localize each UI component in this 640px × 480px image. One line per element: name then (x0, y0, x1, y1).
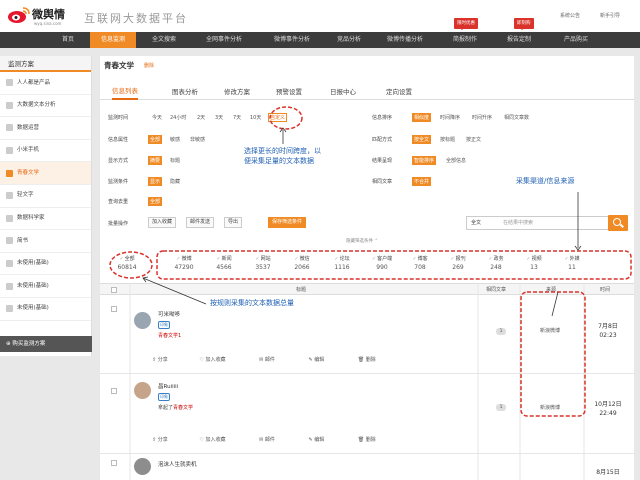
annotation-channels: 采集渠道/信息来源 (516, 177, 575, 185)
annotation-total: 按规则采集的文本数据总量 (210, 299, 294, 307)
annotation-overlay (109, 106, 632, 417)
annotation-time-span: 选择更长的时间跨度，以 便采集足量的文本数据 (244, 147, 321, 165)
